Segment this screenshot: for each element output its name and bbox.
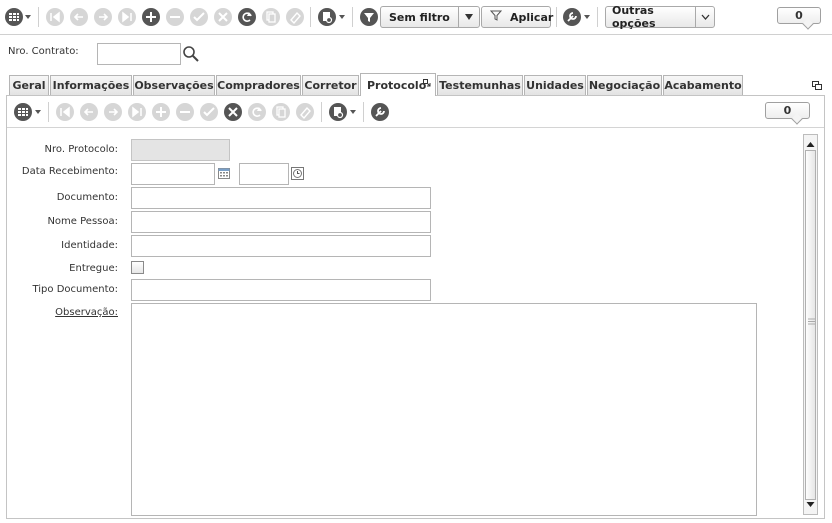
remove-icon[interactable]	[166, 8, 184, 26]
first-record-icon[interactable]	[56, 103, 74, 121]
tab-protocolo-label: Protocolo	[367, 78, 427, 92]
protocol-number-field	[131, 139, 230, 161]
document-type-label: Tipo Documento:	[32, 284, 118, 295]
remove-icon[interactable]	[176, 103, 194, 121]
eraser-icon[interactable]	[296, 103, 314, 121]
tab-protocolo[interactable]: Protocolo	[360, 73, 436, 96]
apply-filter-label: Aplicar	[510, 10, 554, 24]
cancel-icon[interactable]	[224, 103, 242, 121]
filter-outline-icon	[482, 10, 503, 24]
toolbar-divider	[38, 7, 39, 27]
document-type-input[interactable]	[131, 279, 431, 301]
panel-toolbar: 0	[7, 96, 824, 128]
toolbar-divider	[352, 7, 353, 27]
refresh-icon[interactable]	[238, 8, 256, 26]
confirm-icon[interactable]	[200, 103, 218, 121]
contract-number-input[interactable]	[97, 43, 181, 65]
filter-icon[interactable]	[360, 8, 378, 26]
toolbar-divider	[556, 7, 557, 27]
windows-icon[interactable]	[812, 81, 823, 94]
tab-observacoes[interactable]: Observações	[133, 75, 215, 95]
more-options-label: Outras opções	[612, 4, 656, 30]
toolbar-divider	[310, 7, 311, 27]
refresh-icon[interactable]	[248, 103, 266, 121]
tab-corretor[interactable]: Corretor	[302, 75, 359, 95]
previous-record-icon[interactable]	[80, 103, 98, 121]
next-record-icon[interactable]	[104, 103, 122, 121]
delivered-checkbox[interactable]	[131, 261, 144, 274]
filter-select-label: Sem filtro	[389, 10, 450, 24]
received-time-input[interactable]	[239, 163, 289, 185]
tab-informacoes[interactable]: Informações	[50, 75, 132, 95]
report-icon[interactable]	[329, 103, 347, 121]
tab-testemunhas[interactable]: Testemunhas	[437, 75, 523, 95]
report-icon[interactable]	[318, 8, 336, 26]
last-record-icon[interactable]	[128, 103, 146, 121]
apply-filter-button[interactable]: Aplicar	[481, 6, 554, 28]
previous-record-icon[interactable]	[70, 8, 88, 26]
tab-acabamento[interactable]: Acabamento	[663, 75, 743, 95]
chevron-down-icon[interactable]	[696, 14, 714, 20]
add-icon[interactable]	[152, 103, 170, 121]
chevron-down-icon[interactable]	[25, 15, 31, 19]
grid-menu-icon[interactable]	[14, 103, 32, 121]
toolbar-divider	[48, 102, 49, 122]
toolbar-divider	[321, 102, 322, 122]
confirm-icon[interactable]	[190, 8, 208, 26]
wrench-icon[interactable]	[371, 103, 389, 121]
calendar-icon[interactable]	[218, 167, 230, 182]
tab-geral[interactable]: Geral	[9, 75, 49, 95]
copy-icon[interactable]	[272, 103, 290, 121]
document-label: Documento:	[56, 192, 118, 203]
record-count-badge: 0	[777, 7, 821, 24]
notes-textarea[interactable]	[131, 303, 757, 516]
next-record-icon[interactable]	[94, 8, 112, 26]
toolbar-divider	[363, 102, 364, 122]
received-date-input[interactable]	[131, 163, 215, 185]
copy-icon[interactable]	[262, 8, 280, 26]
chevron-down-icon[interactable]	[35, 110, 41, 114]
last-record-icon[interactable]	[118, 8, 136, 26]
chevron-down-icon[interactable]	[350, 110, 356, 114]
add-icon[interactable]	[142, 8, 160, 26]
protocol-number-label: Nro. Protocolo:	[44, 144, 118, 155]
search-icon[interactable]	[182, 45, 200, 66]
cancel-icon[interactable]	[214, 8, 232, 26]
clock-icon[interactable]	[291, 167, 304, 183]
received-date-label: Data Recebimento:	[21, 166, 118, 177]
eraser-icon[interactable]	[286, 8, 304, 26]
chevron-down-icon[interactable]	[584, 15, 590, 19]
contract-label: Nro. Contrato:	[8, 46, 79, 57]
grid-menu-icon[interactable]	[5, 8, 23, 26]
person-name-input[interactable]	[131, 211, 431, 233]
person-name-label: Nome Pessoa:	[47, 216, 118, 227]
delivered-label: Entregue:	[69, 263, 118, 274]
tab-unidades[interactable]: Unidades	[524, 75, 586, 95]
tab-negociacao[interactable]: Negociação	[587, 75, 662, 95]
first-record-icon[interactable]	[46, 8, 64, 26]
detach-icon[interactable]	[423, 77, 431, 90]
main-toolbar: Sem filtro Aplicar Outras opções 0	[0, 0, 832, 35]
filter-select[interactable]: Sem filtro	[380, 6, 480, 28]
identity-input[interactable]	[131, 235, 431, 257]
document-input[interactable]	[131, 187, 431, 209]
scroll-down-icon[interactable]	[806, 498, 815, 511]
more-options-select[interactable]: Outras opções	[605, 4, 715, 30]
tab-compradores[interactable]: Compradores	[216, 75, 301, 95]
identity-label: Identidade:	[61, 240, 118, 251]
scrollbar-thumb[interactable]	[805, 150, 816, 500]
panel-record-count-badge: 0	[765, 102, 810, 119]
wrench-icon[interactable]	[563, 8, 581, 26]
chevron-down-icon[interactable]	[459, 14, 479, 20]
toolbar-divider	[597, 7, 598, 27]
vertical-scrollbar[interactable]	[803, 134, 818, 515]
notes-label[interactable]: Observação:	[10, 307, 118, 318]
chevron-down-icon[interactable]	[339, 15, 345, 19]
